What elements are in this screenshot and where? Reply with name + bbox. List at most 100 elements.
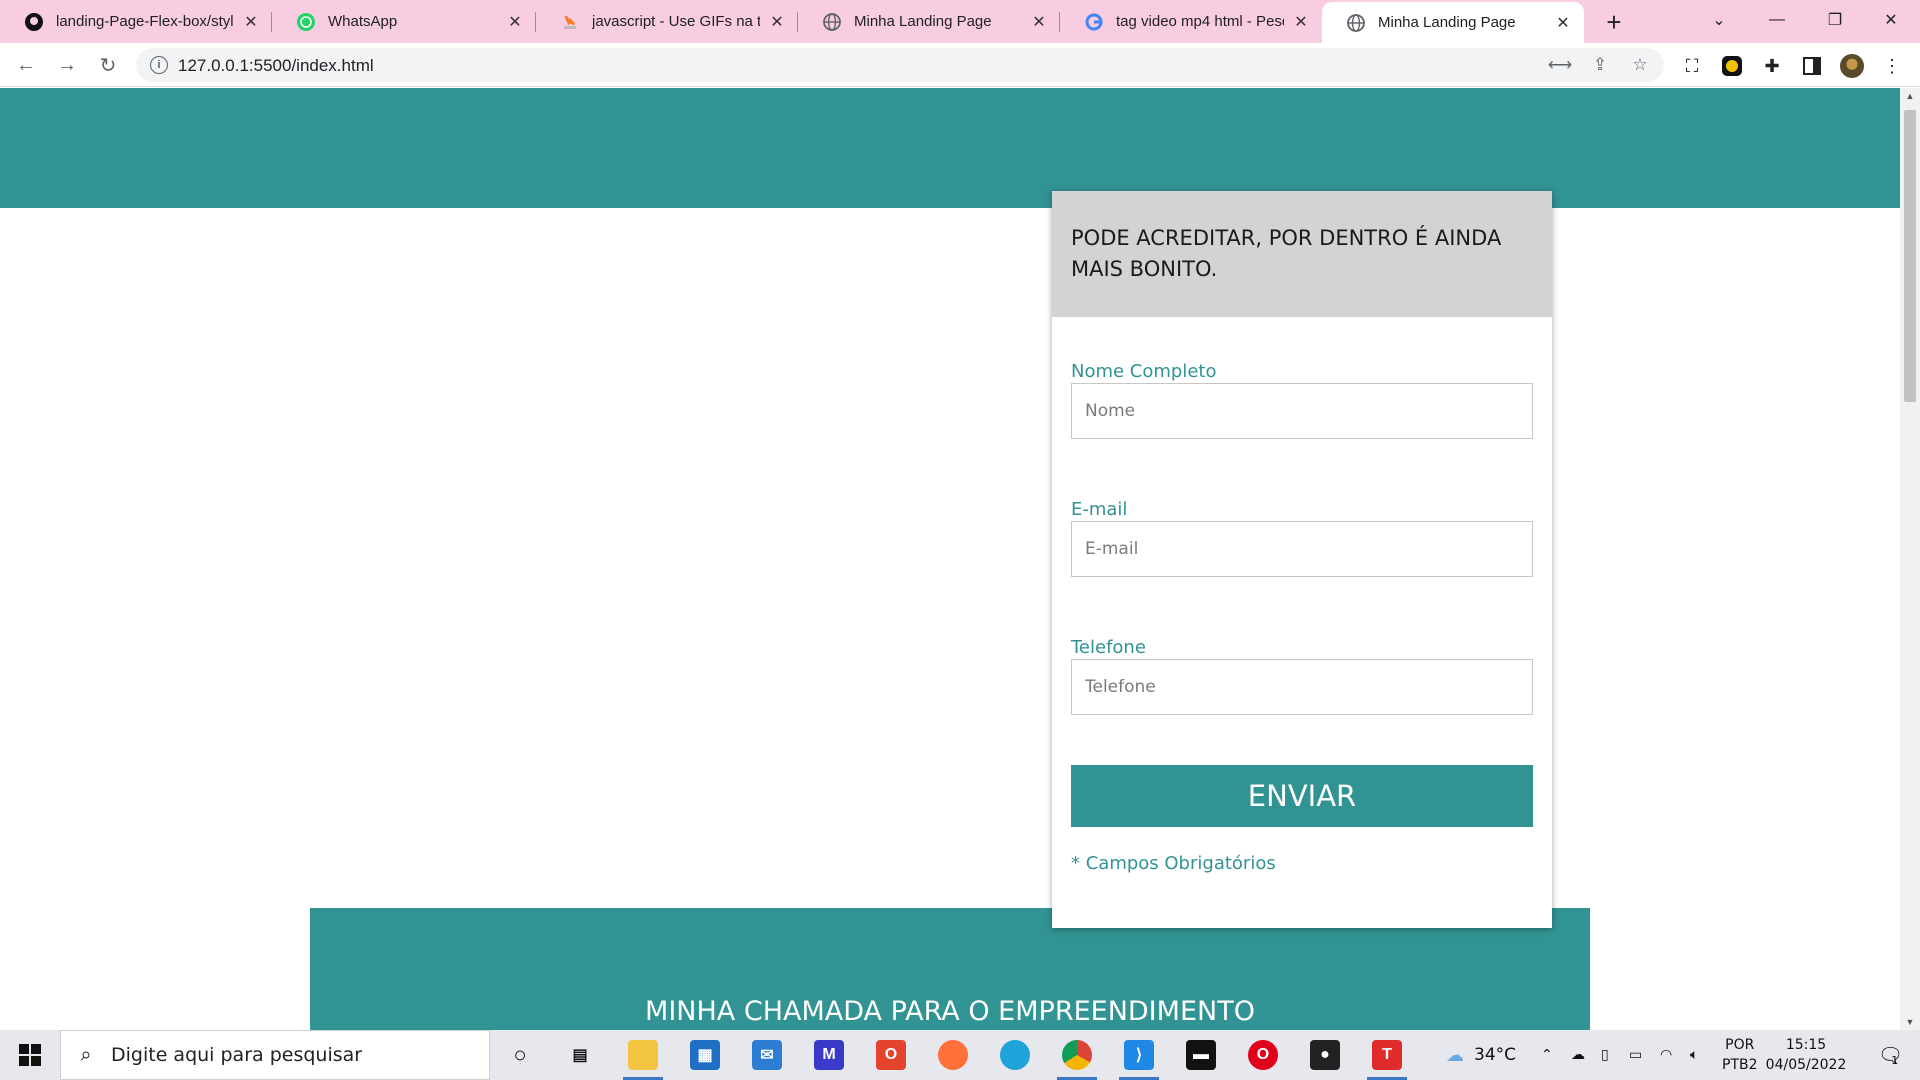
tab-stackoverflow[interactable]: javascript - Use GIFs na tag ✕ bbox=[536, 0, 798, 43]
close-tab-icon[interactable]: ✕ bbox=[768, 13, 786, 31]
show-hidden-icons-icon[interactable]: ⌃ bbox=[1541, 1030, 1553, 1080]
tab-title: WhatsApp bbox=[328, 13, 398, 30]
bookmark-star-icon[interactable]: ☆ bbox=[1630, 55, 1650, 75]
phone-field-group: Telefone bbox=[1071, 637, 1533, 715]
site-info-icon[interactable]: i bbox=[150, 56, 168, 74]
recorder-icon[interactable]: ● bbox=[1299, 1030, 1351, 1080]
url-text[interactable]: 127.0.0.1:5500/index.html bbox=[178, 56, 374, 76]
app-t-icon[interactable]: T bbox=[1361, 1030, 1413, 1080]
close-window-button[interactable]: ✕ bbox=[1862, 0, 1920, 40]
tab-google-search[interactable]: tag video mp4 html - Pesqu ✕ bbox=[1060, 0, 1322, 43]
scroll-up-arrow-icon[interactable]: ▲ bbox=[1900, 88, 1920, 104]
puzzle-extensions-icon[interactable]: ✚ bbox=[1760, 54, 1784, 78]
tab-title: javascript - Use GIFs na tag bbox=[592, 13, 760, 30]
onedrive-icon[interactable]: ☁ bbox=[1571, 1030, 1585, 1080]
address-bar[interactable]: i 127.0.0.1:5500/index.html ⟷ ⇪ ☆ bbox=[136, 48, 1664, 82]
tab-title: Minha Landing Page bbox=[854, 13, 992, 30]
device-icon[interactable]: ▯ bbox=[1601, 1030, 1609, 1080]
clock[interactable]: 15:15 04/05/2022 bbox=[1765, 1030, 1847, 1080]
taskbar-search-placeholder: Digite aqui para pesquisar bbox=[111, 1044, 363, 1066]
taskbar-search-box[interactable]: ⌕ Digite aqui para pesquisar bbox=[60, 1030, 490, 1080]
scroll-down-arrow-icon[interactable]: ▼ bbox=[1900, 1014, 1920, 1030]
browser-menu-icon[interactable]: ⋮ bbox=[1880, 54, 1904, 78]
stackoverflow-icon bbox=[560, 12, 580, 32]
notifications-button[interactable]: 🗨︎ 1 bbox=[1868, 1030, 1908, 1080]
restore-button[interactable]: ❐ bbox=[1806, 0, 1864, 40]
task-view-icon[interactable]: ▤ bbox=[554, 1030, 606, 1080]
tab-title: tag video mp4 html - Pesqu bbox=[1116, 13, 1284, 30]
keyboard-layout: PTB2 bbox=[1722, 1057, 1758, 1073]
vscode-icon[interactable]: ⟩ bbox=[1113, 1030, 1165, 1080]
page-viewport: MINHA CHAMADA PARA O EMPREENDIMENTO PODE… bbox=[0, 88, 1900, 1030]
close-tab-icon[interactable]: ✕ bbox=[1554, 14, 1572, 32]
share-icon[interactable]: ⇪ bbox=[1590, 55, 1610, 75]
email-field-group: E-mail bbox=[1071, 499, 1533, 577]
submit-button[interactable]: ENVIAR bbox=[1071, 765, 1533, 827]
screen-capture-icon[interactable]: ⛶ bbox=[1680, 54, 1704, 78]
tab-title: Minha Landing Page bbox=[1378, 14, 1516, 31]
github-icon bbox=[24, 12, 44, 32]
profile-avatar[interactable] bbox=[1840, 54, 1864, 78]
tab-landing-page-active[interactable]: Minha Landing Page ✕ bbox=[1322, 2, 1584, 43]
email-input[interactable] bbox=[1071, 521, 1533, 577]
terminal-icon[interactable]: ▬ bbox=[1175, 1030, 1227, 1080]
forward-button[interactable]: → bbox=[53, 51, 81, 79]
weather-temp: 34°C bbox=[1474, 1045, 1517, 1065]
globe-icon bbox=[1346, 13, 1366, 33]
form-heading: PODE ACREDITAR, POR DENTRO É AINDA MAIS … bbox=[1071, 226, 1502, 281]
windows-taskbar: ⌕ Digite aqui para pesquisar ○ ▤ ▦ ✉ M O… bbox=[0, 1030, 1920, 1080]
close-tab-icon[interactable]: ✕ bbox=[1030, 13, 1048, 31]
firefox-icon[interactable] bbox=[927, 1030, 979, 1080]
notification-count: 1 bbox=[1891, 1053, 1899, 1067]
new-tab-button[interactable]: + bbox=[1598, 6, 1630, 38]
clock-date: 04/05/2022 bbox=[1765, 1057, 1847, 1073]
weather-icon: ☁ bbox=[1446, 1044, 1464, 1066]
extension-icon[interactable] bbox=[1720, 54, 1744, 78]
close-tab-icon[interactable]: ✕ bbox=[506, 13, 524, 31]
tab-whatsapp[interactable]: WhatsApp ✕ bbox=[272, 0, 536, 43]
tab-github[interactable]: landing-Page-Flex-box/style ✕ bbox=[0, 0, 272, 43]
scroll-thumb[interactable] bbox=[1904, 110, 1916, 402]
globe-icon bbox=[822, 12, 842, 32]
microsoft-store-icon[interactable]: ▦ bbox=[679, 1030, 731, 1080]
back-button[interactable]: ← bbox=[12, 51, 40, 79]
search-icon: ⌕ bbox=[80, 1043, 92, 1066]
wifi-icon[interactable]: ◠ bbox=[1660, 1030, 1672, 1080]
name-field-group: Nome Completo bbox=[1071, 361, 1533, 439]
required-fields-note: * Campos Obrigatórios bbox=[1071, 853, 1276, 874]
email-label: E-mail bbox=[1071, 499, 1128, 520]
minimize-button[interactable]: — bbox=[1748, 0, 1806, 40]
volume-icon[interactable]: 🔈︎ bbox=[1690, 1030, 1698, 1080]
windows-logo-icon bbox=[19, 1044, 41, 1066]
cortana-icon[interactable]: ○ bbox=[494, 1030, 546, 1080]
browser-toolbar: ← → ↻ i 127.0.0.1:5500/index.html ⟷ ⇪ ☆ bbox=[0, 43, 1920, 87]
app-icon[interactable]: M bbox=[803, 1030, 855, 1080]
battery-icon[interactable]: ▭ bbox=[1629, 1030, 1642, 1080]
opera-icon[interactable]: O bbox=[1237, 1030, 1289, 1080]
language-code: POR bbox=[1725, 1037, 1755, 1053]
reload-button[interactable]: ↻ bbox=[94, 51, 122, 79]
edge-icon[interactable] bbox=[989, 1030, 1041, 1080]
input-language[interactable]: POR PTB2 bbox=[1722, 1030, 1758, 1080]
tab-search-icon[interactable]: ⌄ bbox=[1690, 0, 1748, 40]
tab-strip: landing-Page-Flex-box/style ✕ WhatsApp ✕… bbox=[0, 0, 1920, 43]
name-label: Nome Completo bbox=[1071, 361, 1217, 382]
file-explorer-icon[interactable] bbox=[617, 1030, 669, 1080]
close-tab-icon[interactable]: ✕ bbox=[242, 13, 260, 31]
windows-start-button[interactable] bbox=[0, 1030, 60, 1080]
hero-band bbox=[0, 88, 1900, 208]
name-input[interactable] bbox=[1071, 383, 1533, 439]
vertical-scrollbar[interactable]: ▲ ▼ bbox=[1900, 88, 1920, 1030]
clock-time: 15:15 bbox=[1785, 1037, 1827, 1053]
mail-icon[interactable]: ✉ bbox=[741, 1030, 793, 1080]
translate-icon[interactable]: ⟷ bbox=[1548, 55, 1572, 75]
phone-input[interactable] bbox=[1071, 659, 1533, 715]
side-panel-icon[interactable] bbox=[1800, 54, 1824, 78]
form-header: PODE ACREDITAR, POR DENTRO É AINDA MAIS … bbox=[1052, 191, 1552, 317]
weather-widget[interactable]: ☁ 34°C bbox=[1446, 1030, 1516, 1080]
google-icon bbox=[1084, 12, 1104, 32]
office-icon[interactable]: O bbox=[865, 1030, 917, 1080]
close-tab-icon[interactable]: ✕ bbox=[1292, 13, 1310, 31]
tab-landing-page-1[interactable]: Minha Landing Page ✕ bbox=[798, 0, 1060, 43]
chrome-icon[interactable] bbox=[1051, 1030, 1103, 1080]
